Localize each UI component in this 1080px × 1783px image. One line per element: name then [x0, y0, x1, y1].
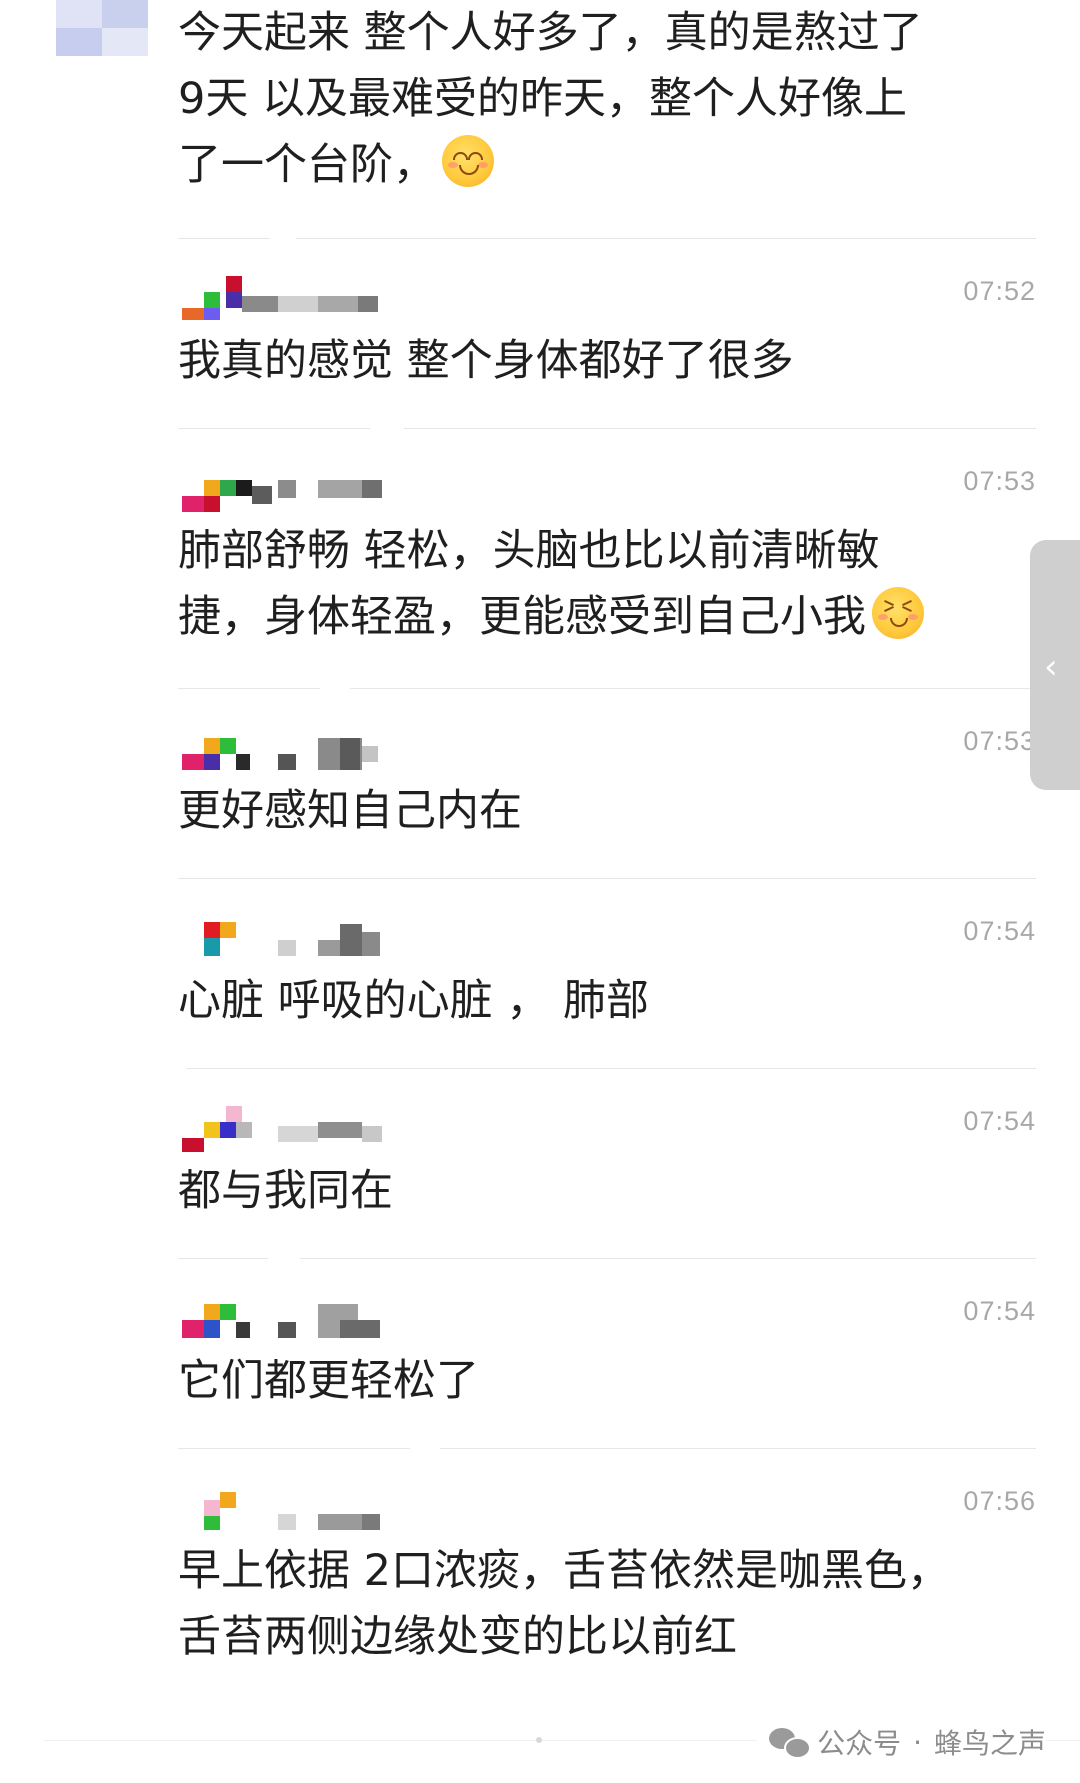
message-line: 今天起来 整个人好多了，真的是熬过了 [178, 8, 923, 58]
avatar[interactable] [56, 0, 148, 56]
smiling-blush-emoji [442, 135, 494, 187]
watermark-separator: · [913, 1725, 922, 1759]
message-line: 都与我同在 [178, 1166, 393, 1216]
message-line-text: 了一个台阶， [178, 140, 436, 190]
message-line: 早上依据 2口浓痰，舌苔依然是咖黑色， [178, 1546, 951, 1596]
message-divider [178, 1067, 1036, 1070]
message-line: 心脏 呼吸的心脏 ， 肺部 [178, 976, 650, 1026]
sender-name-redacted [182, 1100, 402, 1152]
message-time: 07:54 [963, 1106, 1036, 1136]
message-time: 07:53 [963, 466, 1036, 496]
message-text: 早上依据 2口浓痰，舌苔依然是咖黑色， 舌苔两侧边缘处变的比以前红 [178, 1538, 950, 1670]
message-time: 07:52 [963, 276, 1036, 306]
watermark-source: 公众号 [817, 1727, 902, 1760]
sender-name-redacted [182, 1290, 402, 1342]
message-time: 07:54 [963, 916, 1036, 946]
message-text: 我真的感觉 整个身体都好了很多 [178, 328, 794, 394]
chat-message[interactable]: 今天起来 整个人好多了，真的是熬过了 9天 以及最难受的昨天，整个人好像上 了一… [178, 0, 1036, 210]
message-line: 它们都更轻松了 [178, 1356, 479, 1406]
message-line: 更好感知自己内在 [178, 786, 522, 836]
chat-message[interactable]: 07:53 更好感知自己内在 [178, 720, 1036, 850]
message-line-text: 捷，身体轻盈，更能感受到自己小我 [178, 592, 866, 642]
message-text: 更好感知自己内在 [178, 778, 522, 844]
message-divider [178, 878, 1036, 879]
chat-message[interactable]: 07:53 肺部舒畅 轻松，头脑也比以前清晰敏 捷，身体轻盈，更能感受到自己小我 [178, 460, 1036, 660]
message-text: 今天起来 整个人好多了，真的是熬过了 9天 以及最难受的昨天，整个人好像上 了一… [178, 0, 923, 198]
chat-message[interactable]: 07:54 它们都更轻松了 [178, 1290, 1036, 1420]
message-line: 肺部舒畅 轻松，头脑也比以前清晰敏 [178, 526, 880, 576]
page-indicator-dot [536, 1737, 542, 1743]
sender-name-redacted [182, 910, 402, 962]
message-time: 07:56 [963, 1486, 1036, 1516]
chat-message[interactable]: 07:54 都与我同在 [178, 1100, 1036, 1230]
wechat-icon [769, 1726, 812, 1759]
message-text: 肺部舒畅 轻松，头脑也比以前清晰敏 捷，身体轻盈，更能感受到自己小我 [178, 518, 924, 650]
watermark-account: 蜂鸟之声 [933, 1727, 1046, 1760]
sender-name-redacted [182, 1480, 402, 1532]
message-line: 了一个台阶， [178, 132, 923, 198]
message-line: 捷，身体轻盈，更能感受到自己小我 [178, 584, 924, 650]
message-time: 07:53 [963, 726, 1036, 756]
sender-name-redacted [182, 720, 402, 772]
message-text: 都与我同在 [178, 1158, 393, 1224]
message-divider [178, 237, 1036, 240]
chat-message-list: 今天起来 整个人好多了，真的是熬过了 9天 以及最难受的昨天，整个人好像上 了一… [0, 0, 1080, 1783]
message-divider [178, 1447, 1036, 1450]
message-text: 它们都更轻松了 [178, 1348, 479, 1414]
message-divider [178, 1257, 1036, 1260]
message-divider [178, 687, 1036, 690]
sender-name-redacted [182, 460, 402, 512]
chat-message[interactable]: 07:56 早上依据 2口浓痰，舌苔依然是咖黑色， 舌苔两侧边缘处变的比以前红 [178, 1480, 1036, 1680]
chevron-left-icon: ‹ [1044, 647, 1058, 687]
chat-message[interactable]: 07:52 我真的感觉 整个身体都好了很多 [178, 270, 1036, 400]
message-line: 舌苔两侧边缘处变的比以前红 [178, 1612, 737, 1662]
chat-message[interactable]: 07:54 心脏 呼吸的心脏 ， 肺部 [178, 910, 1036, 1040]
message-line: 我真的感觉 整个身体都好了很多 [178, 336, 794, 386]
message-text: 心脏 呼吸的心脏 ， 肺部 [178, 968, 649, 1034]
message-time: 07:54 [963, 1296, 1036, 1326]
grinning-squint-emoji [872, 587, 924, 639]
sender-name-redacted [182, 270, 402, 322]
message-line: 9天 以及最难受的昨天，整个人好像上 [178, 74, 908, 124]
message-divider [178, 427, 1036, 430]
footer: 公众号 · 蜂鸟之声 [0, 1712, 1080, 1772]
side-panel-handle[interactable]: ‹ [1030, 540, 1080, 790]
watermark: 公众号 · 蜂鸟之声 [757, 1720, 1046, 1764]
